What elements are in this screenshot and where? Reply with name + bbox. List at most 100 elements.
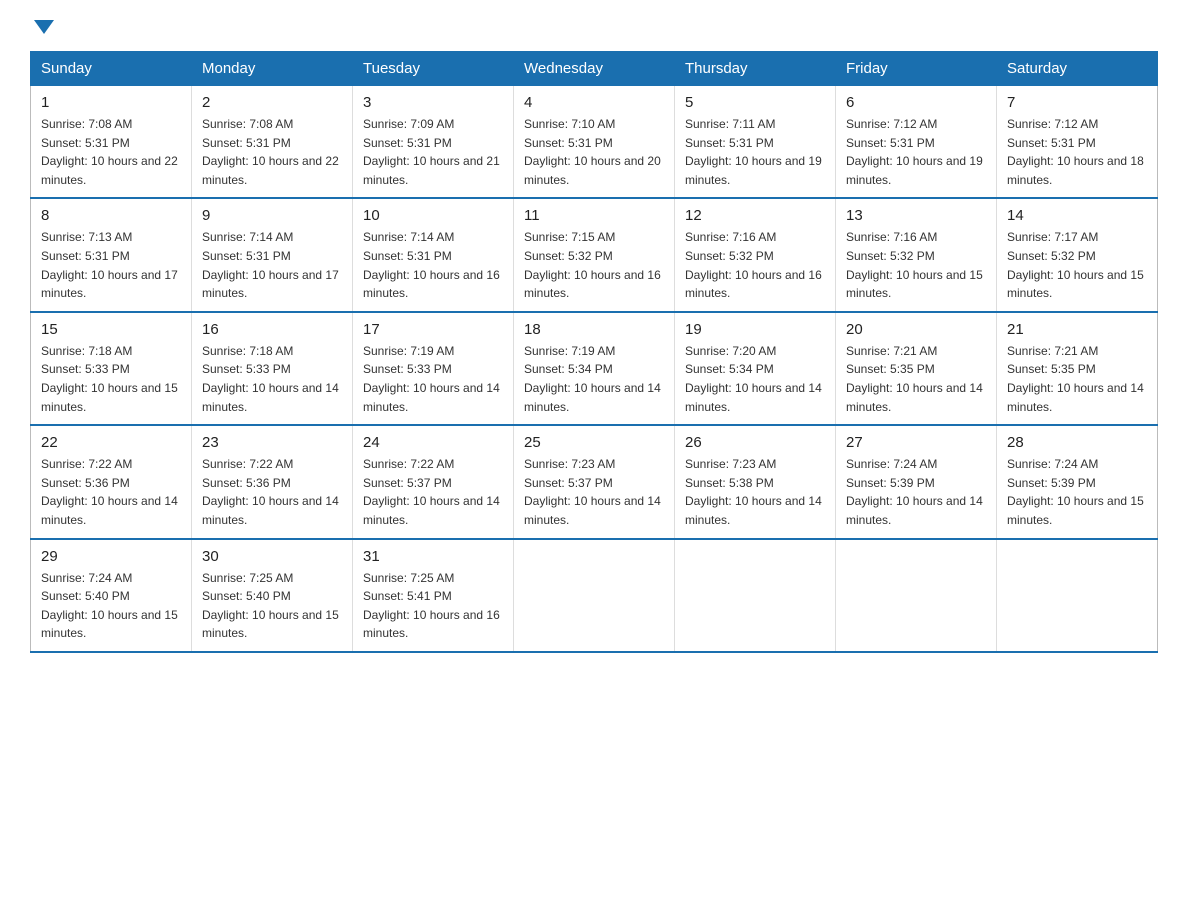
day-number: 5: [685, 94, 825, 111]
day-info: Sunrise: 7:21 AMSunset: 5:35 PMDaylight:…: [846, 342, 986, 416]
day-number: 24: [363, 434, 503, 451]
calendar-cell: 16 Sunrise: 7:18 AMSunset: 5:33 PMDaylig…: [192, 312, 353, 425]
logo-triangle-icon: [34, 20, 54, 34]
calendar-cell: 29 Sunrise: 7:24 AMSunset: 5:40 PMDaylig…: [31, 539, 192, 652]
calendar-cell: [675, 539, 836, 652]
calendar-cell: [997, 539, 1158, 652]
header-cell-friday: Friday: [836, 52, 997, 86]
day-number: 25: [524, 434, 664, 451]
calendar-cell: 9 Sunrise: 7:14 AMSunset: 5:31 PMDayligh…: [192, 198, 353, 311]
calendar-cell: 22 Sunrise: 7:22 AMSunset: 5:36 PMDaylig…: [31, 425, 192, 538]
calendar-cell: 10 Sunrise: 7:14 AMSunset: 5:31 PMDaylig…: [353, 198, 514, 311]
calendar-cell: 8 Sunrise: 7:13 AMSunset: 5:31 PMDayligh…: [31, 198, 192, 311]
day-number: 28: [1007, 434, 1147, 451]
calendar-cell: 21 Sunrise: 7:21 AMSunset: 5:35 PMDaylig…: [997, 312, 1158, 425]
day-info: Sunrise: 7:21 AMSunset: 5:35 PMDaylight:…: [1007, 342, 1147, 416]
week-row-3: 15 Sunrise: 7:18 AMSunset: 5:33 PMDaylig…: [31, 312, 1158, 425]
calendar-cell: 27 Sunrise: 7:24 AMSunset: 5:39 PMDaylig…: [836, 425, 997, 538]
day-number: 4: [524, 94, 664, 111]
day-number: 9: [202, 207, 342, 224]
calendar-cell: 15 Sunrise: 7:18 AMSunset: 5:33 PMDaylig…: [31, 312, 192, 425]
day-number: 23: [202, 434, 342, 451]
day-number: 8: [41, 207, 181, 224]
day-number: 12: [685, 207, 825, 224]
day-info: Sunrise: 7:10 AMSunset: 5:31 PMDaylight:…: [524, 115, 664, 189]
day-info: Sunrise: 7:24 AMSunset: 5:40 PMDaylight:…: [41, 569, 181, 643]
calendar-cell: 26 Sunrise: 7:23 AMSunset: 5:38 PMDaylig…: [675, 425, 836, 538]
calendar-cell: [514, 539, 675, 652]
header-cell-thursday: Thursday: [675, 52, 836, 86]
day-number: 27: [846, 434, 986, 451]
calendar-cell: 12 Sunrise: 7:16 AMSunset: 5:32 PMDaylig…: [675, 198, 836, 311]
day-info: Sunrise: 7:08 AMSunset: 5:31 PMDaylight:…: [41, 115, 181, 189]
day-info: Sunrise: 7:13 AMSunset: 5:31 PMDaylight:…: [41, 228, 181, 302]
calendar-cell: 7 Sunrise: 7:12 AMSunset: 5:31 PMDayligh…: [997, 86, 1158, 199]
day-number: 2: [202, 94, 342, 111]
calendar-cell: 20 Sunrise: 7:21 AMSunset: 5:35 PMDaylig…: [836, 312, 997, 425]
day-info: Sunrise: 7:16 AMSunset: 5:32 PMDaylight:…: [846, 228, 986, 302]
day-info: Sunrise: 7:17 AMSunset: 5:32 PMDaylight:…: [1007, 228, 1147, 302]
day-info: Sunrise: 7:16 AMSunset: 5:32 PMDaylight:…: [685, 228, 825, 302]
day-number: 26: [685, 434, 825, 451]
day-info: Sunrise: 7:19 AMSunset: 5:34 PMDaylight:…: [524, 342, 664, 416]
day-number: 15: [41, 321, 181, 338]
day-info: Sunrise: 7:18 AMSunset: 5:33 PMDaylight:…: [202, 342, 342, 416]
day-info: Sunrise: 7:14 AMSunset: 5:31 PMDaylight:…: [202, 228, 342, 302]
day-number: 1: [41, 94, 181, 111]
calendar-cell: 18 Sunrise: 7:19 AMSunset: 5:34 PMDaylig…: [514, 312, 675, 425]
day-number: 19: [685, 321, 825, 338]
header-cell-wednesday: Wednesday: [514, 52, 675, 86]
calendar-cell: 17 Sunrise: 7:19 AMSunset: 5:33 PMDaylig…: [353, 312, 514, 425]
calendar-cell: 13 Sunrise: 7:16 AMSunset: 5:32 PMDaylig…: [836, 198, 997, 311]
day-number: 16: [202, 321, 342, 338]
day-info: Sunrise: 7:23 AMSunset: 5:37 PMDaylight:…: [524, 455, 664, 529]
day-info: Sunrise: 7:18 AMSunset: 5:33 PMDaylight:…: [41, 342, 181, 416]
day-number: 30: [202, 548, 342, 565]
calendar-cell: 5 Sunrise: 7:11 AMSunset: 5:31 PMDayligh…: [675, 86, 836, 199]
day-info: Sunrise: 7:22 AMSunset: 5:36 PMDaylight:…: [41, 455, 181, 529]
calendar-cell: 30 Sunrise: 7:25 AMSunset: 5:40 PMDaylig…: [192, 539, 353, 652]
calendar-cell: 6 Sunrise: 7:12 AMSunset: 5:31 PMDayligh…: [836, 86, 997, 199]
day-info: Sunrise: 7:23 AMSunset: 5:38 PMDaylight:…: [685, 455, 825, 529]
day-number: 14: [1007, 207, 1147, 224]
day-number: 29: [41, 548, 181, 565]
day-info: Sunrise: 7:09 AMSunset: 5:31 PMDaylight:…: [363, 115, 503, 189]
day-number: 21: [1007, 321, 1147, 338]
calendar-cell: 14 Sunrise: 7:17 AMSunset: 5:32 PMDaylig…: [997, 198, 1158, 311]
day-info: Sunrise: 7:11 AMSunset: 5:31 PMDaylight:…: [685, 115, 825, 189]
calendar-cell: 1 Sunrise: 7:08 AMSunset: 5:31 PMDayligh…: [31, 86, 192, 199]
day-info: Sunrise: 7:25 AMSunset: 5:40 PMDaylight:…: [202, 569, 342, 643]
calendar-cell: 2 Sunrise: 7:08 AMSunset: 5:31 PMDayligh…: [192, 86, 353, 199]
calendar-cell: 25 Sunrise: 7:23 AMSunset: 5:37 PMDaylig…: [514, 425, 675, 538]
day-info: Sunrise: 7:20 AMSunset: 5:34 PMDaylight:…: [685, 342, 825, 416]
header-row: SundayMondayTuesdayWednesdayThursdayFrid…: [31, 52, 1158, 86]
calendar-cell: 31 Sunrise: 7:25 AMSunset: 5:41 PMDaylig…: [353, 539, 514, 652]
day-info: Sunrise: 7:14 AMSunset: 5:31 PMDaylight:…: [363, 228, 503, 302]
week-row-1: 1 Sunrise: 7:08 AMSunset: 5:31 PMDayligh…: [31, 86, 1158, 199]
header-cell-sunday: Sunday: [31, 52, 192, 86]
calendar-cell: 24 Sunrise: 7:22 AMSunset: 5:37 PMDaylig…: [353, 425, 514, 538]
calendar-cell: 19 Sunrise: 7:20 AMSunset: 5:34 PMDaylig…: [675, 312, 836, 425]
calendar-cell: 28 Sunrise: 7:24 AMSunset: 5:39 PMDaylig…: [997, 425, 1158, 538]
day-number: 11: [524, 207, 664, 224]
day-info: Sunrise: 7:25 AMSunset: 5:41 PMDaylight:…: [363, 569, 503, 643]
week-row-5: 29 Sunrise: 7:24 AMSunset: 5:40 PMDaylig…: [31, 539, 1158, 652]
page-header: [30, 20, 1158, 31]
day-info: Sunrise: 7:19 AMSunset: 5:33 PMDaylight:…: [363, 342, 503, 416]
day-number: 31: [363, 548, 503, 565]
day-number: 7: [1007, 94, 1147, 111]
day-number: 3: [363, 94, 503, 111]
day-info: Sunrise: 7:08 AMSunset: 5:31 PMDaylight:…: [202, 115, 342, 189]
week-row-4: 22 Sunrise: 7:22 AMSunset: 5:36 PMDaylig…: [31, 425, 1158, 538]
header-cell-monday: Monday: [192, 52, 353, 86]
day-number: 20: [846, 321, 986, 338]
day-number: 13: [846, 207, 986, 224]
calendar-cell: 4 Sunrise: 7:10 AMSunset: 5:31 PMDayligh…: [514, 86, 675, 199]
day-info: Sunrise: 7:24 AMSunset: 5:39 PMDaylight:…: [846, 455, 986, 529]
week-row-2: 8 Sunrise: 7:13 AMSunset: 5:31 PMDayligh…: [31, 198, 1158, 311]
logo: [30, 20, 54, 31]
calendar-cell: 3 Sunrise: 7:09 AMSunset: 5:31 PMDayligh…: [353, 86, 514, 199]
day-info: Sunrise: 7:12 AMSunset: 5:31 PMDaylight:…: [846, 115, 986, 189]
day-info: Sunrise: 7:12 AMSunset: 5:31 PMDaylight:…: [1007, 115, 1147, 189]
day-info: Sunrise: 7:22 AMSunset: 5:37 PMDaylight:…: [363, 455, 503, 529]
